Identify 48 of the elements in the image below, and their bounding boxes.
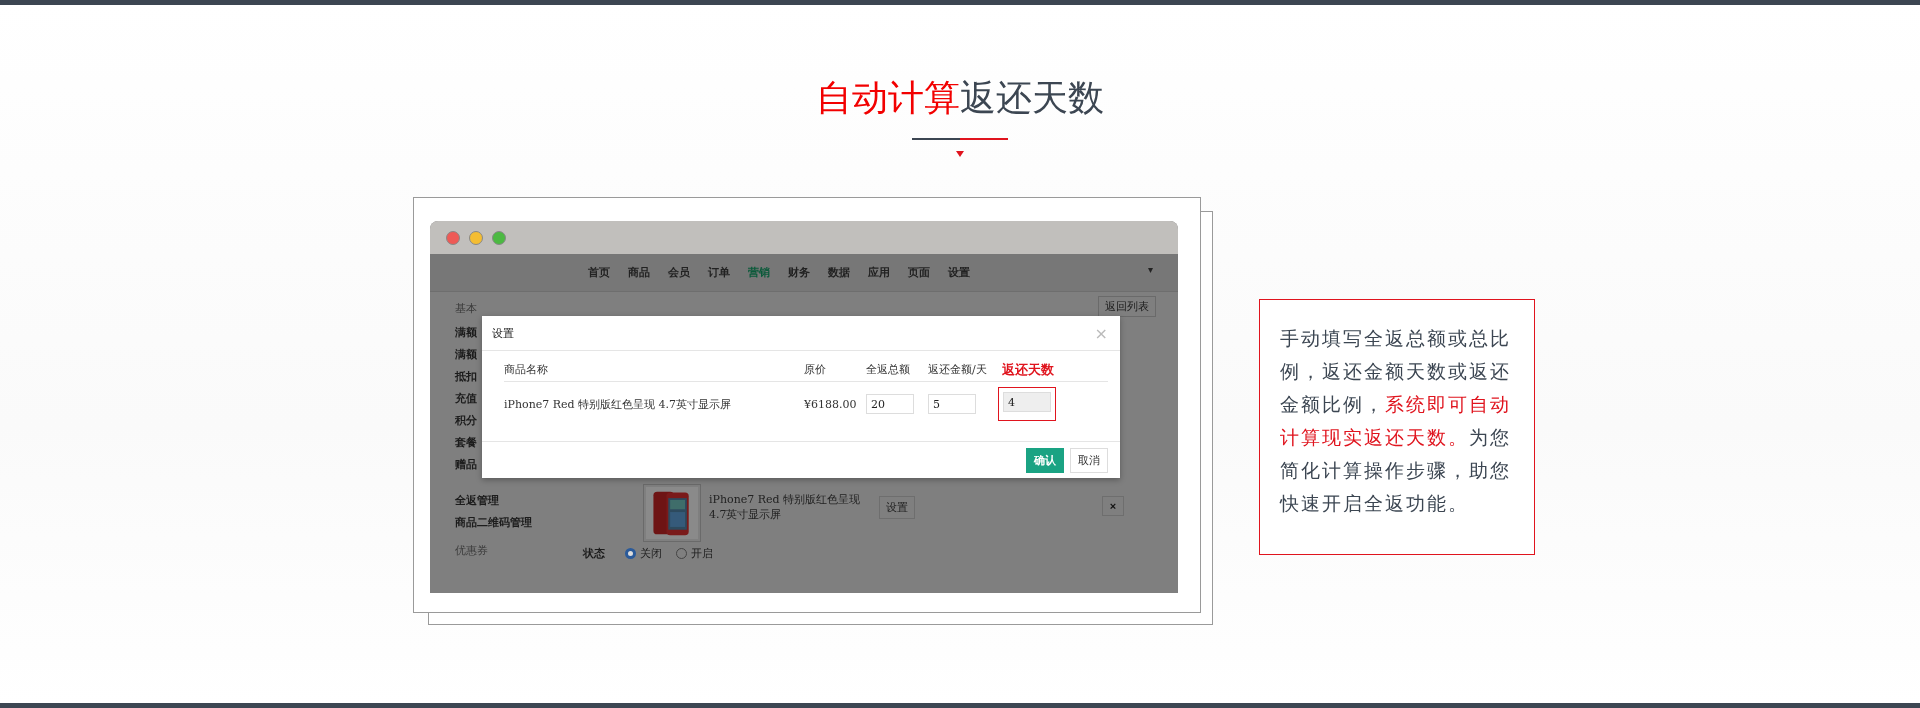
per-day-input[interactable]: 5 <box>928 394 976 414</box>
nav-item[interactable]: 页面 <box>908 265 930 280</box>
sidebar-item[interactable]: 满额 <box>455 348 477 362</box>
nav-item[interactable]: 首页 <box>588 265 610 280</box>
radio-button[interactable] <box>625 548 636 559</box>
nav-item[interactable]: 商品 <box>628 265 650 280</box>
sidebar-item[interactable]: 商品二维码管理 <box>455 516 532 530</box>
sidebar-item[interactable]: 满额 <box>455 326 477 340</box>
table-cell-text: iPhone7 Red 特别版红色呈现 4.7英寸显示屏 <box>504 396 733 412</box>
close-dot-icon[interactable] <box>446 230 460 245</box>
column-header: 返还天数 <box>1002 361 1108 382</box>
sidebar-item[interactable]: 全返管理 <box>455 494 499 508</box>
note-text: 手动填写全返总额或总比例，返还金额天数或返还金额比例，系统即可自动计算现实返还天数。为您简化计算操作步骤，助您快速开启全返功能。 <box>1280 326 1512 516</box>
sidebar-item[interactable]: 套餐 <box>455 436 477 450</box>
section-title: 自动计算返还天数 <box>816 76 1104 120</box>
table-cell-text: ¥6188.00 <box>804 396 858 411</box>
nav-item[interactable]: 数据 <box>828 265 850 280</box>
back-to-list-button[interactable]: 返回列表 <box>1098 296 1156 317</box>
nav-item[interactable]: 订单 <box>708 265 730 280</box>
triangle-icon <box>956 151 964 157</box>
maximize-dot-icon[interactable] <box>492 230 506 245</box>
status-label: 状态 <box>583 546 605 561</box>
sidebar-item[interactable]: 充值 <box>455 392 477 406</box>
cancel-button[interactable]: 取消 <box>1070 447 1108 473</box>
dialog-title: 设置 <box>492 325 514 341</box>
nav-item[interactable]: 财务 <box>788 265 810 280</box>
sidebar-item[interactable]: 抵扣 <box>455 370 477 384</box>
radio-label[interactable]: 开启 <box>691 546 713 561</box>
sidebar-heading: 优惠券 <box>455 544 488 558</box>
settings-button[interactable]: 设置 <box>879 496 915 519</box>
caret-icon[interactable]: ▾ <box>1147 264 1153 275</box>
product-name: iPhone7 Red 特别版红色呈现 4.7英寸显示屏 <box>709 492 862 522</box>
column-header: 商品名称 <box>504 362 804 382</box>
nav-item[interactable]: 应用 <box>868 265 890 280</box>
total-input[interactable]: 20 <box>866 394 914 414</box>
sidebar-item[interactable]: 赠品 <box>455 458 477 472</box>
remove-button[interactable]: × <box>1102 496 1124 516</box>
radio-label[interactable]: 关闭 <box>640 546 662 561</box>
sidebar-heading: 基本 <box>455 302 477 316</box>
column-header: 返还金额/天 <box>928 362 1002 382</box>
sidebar-item[interactable]: 积分 <box>455 414 477 428</box>
column-header: 原价 <box>804 362 866 382</box>
column-header: 全返总额 <box>866 362 928 382</box>
nav-item[interactable]: 设置 <box>948 265 970 280</box>
nav-item[interactable]: 会员 <box>668 265 690 280</box>
minimize-dot-icon[interactable] <box>469 230 483 245</box>
confirm-button[interactable]: 确认 <box>1026 447 1064 473</box>
days-input[interactable]: 4 <box>1003 392 1051 412</box>
